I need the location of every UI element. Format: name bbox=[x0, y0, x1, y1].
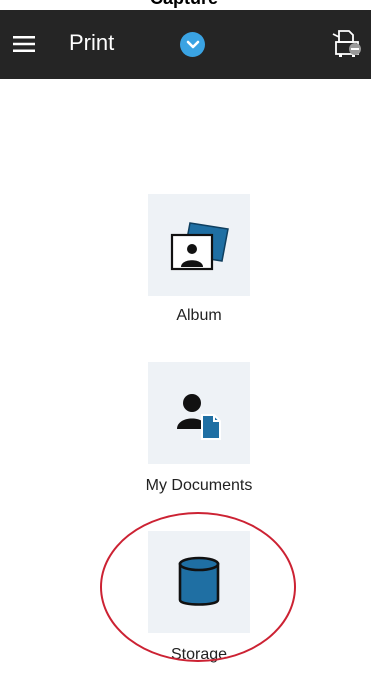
album-label: Album bbox=[176, 307, 222, 324]
album-tile[interactable] bbox=[148, 194, 250, 296]
storage-label: Storage bbox=[170, 646, 228, 663]
hamburger-menu-icon bbox=[13, 36, 35, 52]
printer-icon bbox=[332, 30, 361, 57]
print-mode-dropdown-button[interactable] bbox=[180, 32, 205, 57]
chevron-down-icon bbox=[186, 40, 199, 48]
storage-cylinder-icon bbox=[178, 556, 220, 606]
page-title: Print bbox=[69, 30, 115, 55]
storage-tile[interactable] bbox=[148, 531, 250, 633]
photo-album-icon bbox=[170, 222, 229, 271]
menu-button[interactable] bbox=[10, 30, 38, 58]
clipped-header-text: Capture bbox=[150, 0, 218, 9]
app-toolbar: Print bbox=[0, 10, 371, 79]
printer-select-button[interactable] bbox=[326, 24, 366, 64]
my-documents-label: My Documents bbox=[145, 477, 253, 494]
user-document-icon bbox=[177, 394, 221, 440]
my-documents-tile[interactable] bbox=[148, 362, 250, 464]
print-screen: Capture Print bbox=[0, 0, 371, 687]
status-strip: Capture bbox=[0, 0, 371, 10]
